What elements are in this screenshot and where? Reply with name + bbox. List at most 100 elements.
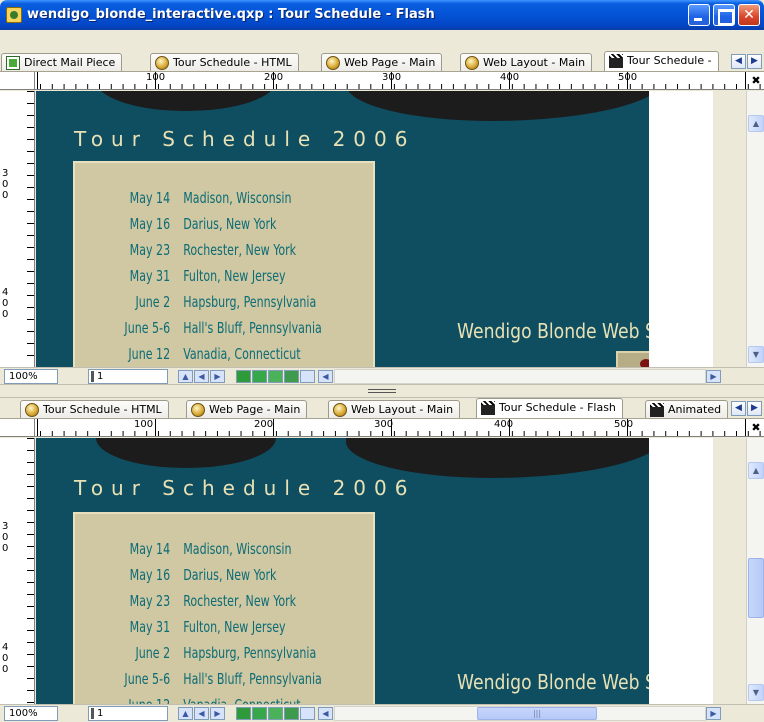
tab-scroll-left-button[interactable]: ◀ — [731, 54, 746, 69]
tab-label: Web Layout - Main — [351, 403, 454, 416]
quarkxpress-app-icon[interactable] — [6, 7, 22, 23]
web-layout-icon — [191, 403, 205, 417]
page-up-icon[interactable]: ▲ — [178, 707, 193, 720]
web-site-link[interactable]: Wendigo Blonde Web Site — [457, 670, 678, 694]
tab-web-layout-main[interactable]: Web Layout - Main — [328, 400, 461, 418]
web-layout-icon — [333, 403, 347, 417]
scroll-left-icon[interactable]: ◀ — [318, 707, 333, 720]
ruler-label: 100 — [134, 419, 154, 430]
scroll-right-icon[interactable]: ▶ — [706, 707, 721, 720]
close-view-icon[interactable]: ✖ — [750, 74, 762, 88]
schedule-date: June 2 — [135, 293, 171, 311]
tab-scroll-right-button[interactable]: ▶ — [747, 54, 762, 69]
guitar-image-fragment — [346, 438, 666, 478]
scroll-up-icon[interactable]: ▲ — [748, 462, 764, 479]
top-horizontal-ruler[interactable]: 100 200 300 400 500 ✖ — [0, 72, 764, 90]
ruler-digit: 0 — [2, 664, 9, 675]
schedule-date: May 23 — [129, 241, 171, 259]
splitter-grip[interactable] — [368, 389, 396, 393]
scroll-up-icon[interactable]: ▲ — [748, 115, 764, 132]
top-vertical-scrollbar[interactable]: ▲ ▼ — [746, 91, 764, 367]
grid-view-icon[interactable] — [268, 370, 283, 383]
bottom-horizontal-ruler[interactable]: 100 200 300 400 500 ✖ — [0, 419, 764, 437]
web-site-link[interactable]: Wendigo Blonde Web Site — [457, 319, 678, 343]
ruler-label: 300 — [382, 72, 402, 83]
tab-tour-schedule-flash[interactable]: Tour Schedule - — [604, 51, 719, 71]
tab-web-layout-main[interactable]: Web Layout - Main — [460, 53, 593, 71]
list-view-icon[interactable] — [252, 370, 267, 383]
bottom-layout-canvas[interactable]: Tour Schedule 2006 May 14 Madison, Wiscon… — [36, 438, 713, 704]
print-layout-icon — [6, 56, 20, 70]
bottom-vertical-ruler[interactable]: 3 0 0 4 0 0 — [0, 438, 35, 704]
tour-title[interactable]: Tour Schedule 2006 — [74, 127, 415, 151]
preview-icon[interactable] — [284, 707, 299, 720]
tab-tour-schedule-html[interactable]: Tour Schedule - HTML — [150, 53, 299, 71]
schedule-row: May 31 Fulton, New Jersey — [75, 618, 321, 644]
scrollbar-thumb[interactable] — [748, 558, 764, 618]
top-layout-canvas[interactable]: Tour Schedule 2006 May 14 Madison, Wiscon… — [36, 91, 713, 367]
scroll-down-icon[interactable]: ▼ — [748, 346, 764, 363]
schedule-date: June 2 — [135, 644, 171, 662]
minimize-button[interactable] — [688, 4, 710, 26]
page-up-icon[interactable]: ▲ — [178, 370, 193, 383]
zoom-field[interactable]: 100% — [4, 706, 58, 721]
window-title-bar[interactable]: wendigo_blonde_interactive.qxp : Tour Sc… — [0, 0, 764, 30]
tab-web-page-main[interactable]: Web Page - Main — [186, 400, 308, 418]
tab-scroll-right-button[interactable]: ▶ — [747, 401, 762, 416]
close-icon: ✕ — [743, 7, 755, 23]
tab-direct-mail-piece[interactable]: Direct Mail Piece — [1, 53, 123, 71]
preview-icon[interactable] — [284, 370, 299, 383]
next-page-icon[interactable]: ▶ — [210, 370, 225, 383]
ruler-label: 200 — [254, 419, 274, 430]
schedule-place: Vanadia, Connecticut — [183, 696, 300, 704]
page-number-field[interactable]: 1 — [88, 369, 168, 384]
schedule-row: June 12 Vanadia, Connecticut — [75, 345, 321, 367]
ruler-origin[interactable] — [0, 72, 35, 89]
schedule-box[interactable]: May 14 Madison, Wisconsin May 16 Darius, N… — [73, 161, 375, 367]
ruler-origin[interactable] — [0, 419, 35, 436]
maximize-button[interactable] — [713, 4, 735, 26]
schedule-place: Hapsburg, Pennsylvania — [183, 644, 317, 662]
tab-web-page-main[interactable]: Web Page - Main — [321, 53, 443, 71]
top-vertical-ruler[interactable]: 3 0 0 4 0 0 — [0, 91, 35, 367]
scroll-down-icon[interactable]: ▼ — [748, 684, 764, 701]
layout-view-icon[interactable] — [236, 370, 251, 383]
tab-label: Tour Schedule - Flash — [499, 401, 616, 414]
scroll-left-icon[interactable]: ◀ — [318, 370, 333, 383]
scroll-right-icon[interactable]: ▶ — [706, 370, 721, 383]
schedule-date: May 16 — [129, 215, 171, 233]
list-view-icon[interactable] — [252, 707, 267, 720]
next-page-icon[interactable]: ▶ — [210, 707, 225, 720]
tab-tour-schedule-html[interactable]: Tour Schedule - HTML — [20, 400, 169, 418]
bottom-horizontal-scrollbar[interactable]: ||| — [334, 706, 706, 721]
schedule-row: May 14 Madison, Wisconsin — [75, 189, 321, 215]
schedule-date: May 14 — [129, 189, 171, 207]
top-horizontal-scrollbar[interactable] — [334, 369, 706, 384]
ruler-digit: 0 — [2, 653, 9, 664]
schedule-box[interactable]: May 14 Madison, Wisconsin May 16 Darius, N… — [73, 512, 375, 704]
ruler-label: 200 — [264, 72, 284, 83]
prev-page-icon[interactable]: ◀ — [194, 370, 209, 383]
prev-page-icon[interactable]: ◀ — [194, 707, 209, 720]
ruler-label: 400 — [500, 72, 520, 83]
schedule-row: May 23 Rochester, New York — [75, 241, 321, 267]
close-button[interactable]: ✕ — [738, 4, 760, 26]
page-number-field[interactable]: 1 — [88, 706, 168, 721]
tab-tour-schedule-flash[interactable]: Tour Schedule - Flash — [476, 398, 623, 418]
layout-view-icon[interactable] — [236, 707, 251, 720]
tab-label: Tour Schedule - HTML — [173, 56, 292, 69]
bottom-vertical-scrollbar[interactable]: ▲ ▼ — [746, 438, 764, 704]
tour-title[interactable]: Tour Schedule 2006 — [74, 476, 415, 500]
pane-splitter[interactable] — [0, 384, 764, 398]
ruler-digit: 0 — [2, 179, 9, 190]
export-icon[interactable] — [300, 370, 315, 383]
tab-animated[interactable]: Animated — [645, 400, 729, 418]
tab-scroll-left-button[interactable]: ◀ — [731, 401, 746, 416]
close-view-icon[interactable]: ✖ — [750, 421, 762, 435]
grid-view-icon[interactable] — [268, 707, 283, 720]
schedule-place: Madison, Wisconsin — [183, 189, 292, 207]
zoom-field[interactable]: 100% — [4, 369, 58, 384]
scrollbar-thumb[interactable]: ||| — [477, 707, 597, 720]
export-icon[interactable] — [300, 707, 315, 720]
schedule-place: Hapsburg, Pennsylvania — [183, 293, 317, 311]
